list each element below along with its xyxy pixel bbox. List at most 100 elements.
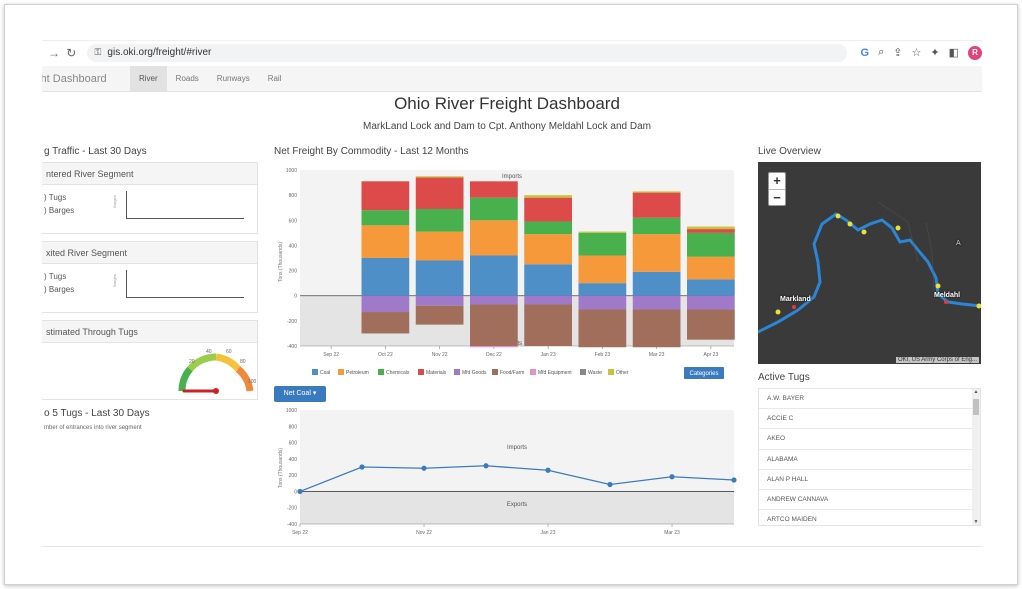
legend-label: Mfd Goods [462,370,487,376]
active-tugs-list: A.W. BAYER ACCIE C AKEO ALABAMA ALAN P H… [758,388,981,526]
bar-segment [632,295,681,310]
scroll-thumb[interactable] [973,399,979,415]
bar-segment [470,304,518,346]
legend-label: Mfd Equipment [538,370,572,376]
x-tick-label: Mar 23 [664,530,680,536]
bar-segment [361,181,410,211]
scroll-down-icon[interactable]: ▼ [972,519,980,525]
tug-marker[interactable] [775,309,781,315]
list-item[interactable]: AKEO [759,429,973,450]
legend-label: Chemicals [386,370,410,376]
bar-segment [415,208,464,232]
bar-segment [415,231,464,261]
y-tick-label: -400 [287,522,297,528]
brand-title[interactable]: ight Dashboard [42,73,128,85]
data-point [669,474,675,480]
imports-label: Imports [502,174,522,180]
net-coal-dropdown[interactable]: Net Coal ▾ [274,386,326,402]
bar-segment [524,195,572,198]
map-zoom-control: + − [768,172,786,206]
exited-tugs: ) Tugs [44,272,67,281]
categories-button-label[interactable]: Categories [689,371,718,377]
legend-label: Food/Farm [500,370,524,376]
bar-segment [361,295,410,313]
exited-mini-chart [126,270,244,298]
bar-segment [415,305,464,325]
bar-segment [687,295,735,310]
zoom-icon[interactable]: ⌕ [878,46,884,59]
bar-segment [687,309,735,340]
tab-river[interactable]: River [130,65,167,92]
bar-segment [524,304,572,346]
list-item[interactable]: ALABAMA [759,450,973,470]
bar-segment [524,221,572,235]
data-point [731,477,737,483]
tug-marker[interactable] [847,221,853,227]
bar-segment [361,312,410,334]
tug-marker[interactable] [895,225,901,231]
list-item[interactable]: ACCIE C [759,409,973,430]
through-panel: stimated Through Tugs 20 40 60 80 100 [42,320,258,400]
bar-segment [578,283,627,296]
gauge-tick-40: 40 [206,349,212,355]
legend-label: Petroleum [346,370,369,376]
url-field[interactable]: ⚿ gis.oki.org/freight/#river [86,43,847,62]
reload-icon[interactable]: ↻ [66,46,77,60]
bar-segment [415,177,464,209]
bar-segment [524,264,572,296]
entered-tugs: ) Tugs [44,193,67,202]
tab-runways[interactable]: Runways [208,66,259,92]
list-item[interactable]: ALAN P HALL [759,470,973,490]
forward-icon[interactable]: → [48,46,60,60]
bar-segment [470,255,518,296]
scroll-up-icon[interactable]: ▲ [972,389,980,395]
tug-list-scrollbar[interactable]: ▲ ▼ [972,389,980,525]
line-exports-label: Exports [507,502,527,508]
page-bottom-divider [42,546,982,547]
zoom-out-button[interactable]: − [769,189,785,205]
list-item[interactable]: ARTCO MAIDEN [759,510,973,525]
google-lens-icon[interactable]: G [861,47,870,59]
legend-swatch [378,369,384,375]
line-imports-label: Imports [507,445,527,451]
extensions-icon[interactable]: ✦ [930,46,939,59]
share-icon[interactable]: ⇪ [893,46,902,59]
entered-barges: ) Barges [44,206,75,215]
tug-marker[interactable] [861,229,867,235]
markland-label: Markland [780,296,811,303]
x-tick-label: Sep 22 [292,530,308,536]
bar-segment [578,309,627,348]
zoom-in-button[interactable]: + [769,173,785,189]
legend-swatch [608,369,614,375]
meldahl-dam-marker[interactable] [944,300,948,304]
y-tick-label: -400 [287,344,297,350]
exited-panel-title: xited River Segment [42,242,257,264]
bar-segment [524,197,572,222]
legend-label: Coal [320,370,330,376]
bar-segment [632,234,681,272]
star-icon[interactable]: ☆ [912,46,922,59]
bar-segment [578,231,627,233]
bar-segment [578,232,627,256]
markland-dam-marker[interactable] [792,305,796,309]
tug-marker[interactable] [935,283,941,289]
legend-swatch [454,369,460,375]
avatar[interactable]: R [968,45,982,60]
top5-heading: o 5 Tugs - Last 30 Days [44,408,150,419]
bar-segment [361,258,410,296]
gauge-tick-20: 20 [189,359,195,365]
live-map[interactable]: + − Markland Meldahl A OKI, US Army Corp… [758,162,981,364]
y-tick-label: 800 [289,193,298,199]
line-y-axis-label: Tons (Thousands) [278,448,284,488]
sidebar-icon[interactable]: ◧ [949,46,959,59]
data-point [483,463,489,469]
tab-roads[interactable]: Roads [167,66,208,92]
tug-marker[interactable] [835,213,841,219]
tab-rail[interactable]: Rail [259,66,291,92]
list-item[interactable]: ANDREW CANNAVA [759,490,973,511]
data-point [421,465,427,471]
bar-segment [687,256,735,280]
x-tick-label: Dec 22 [486,352,502,358]
y-tick-label: 200 [289,269,298,275]
list-item[interactable]: A.W. BAYER [759,389,973,410]
